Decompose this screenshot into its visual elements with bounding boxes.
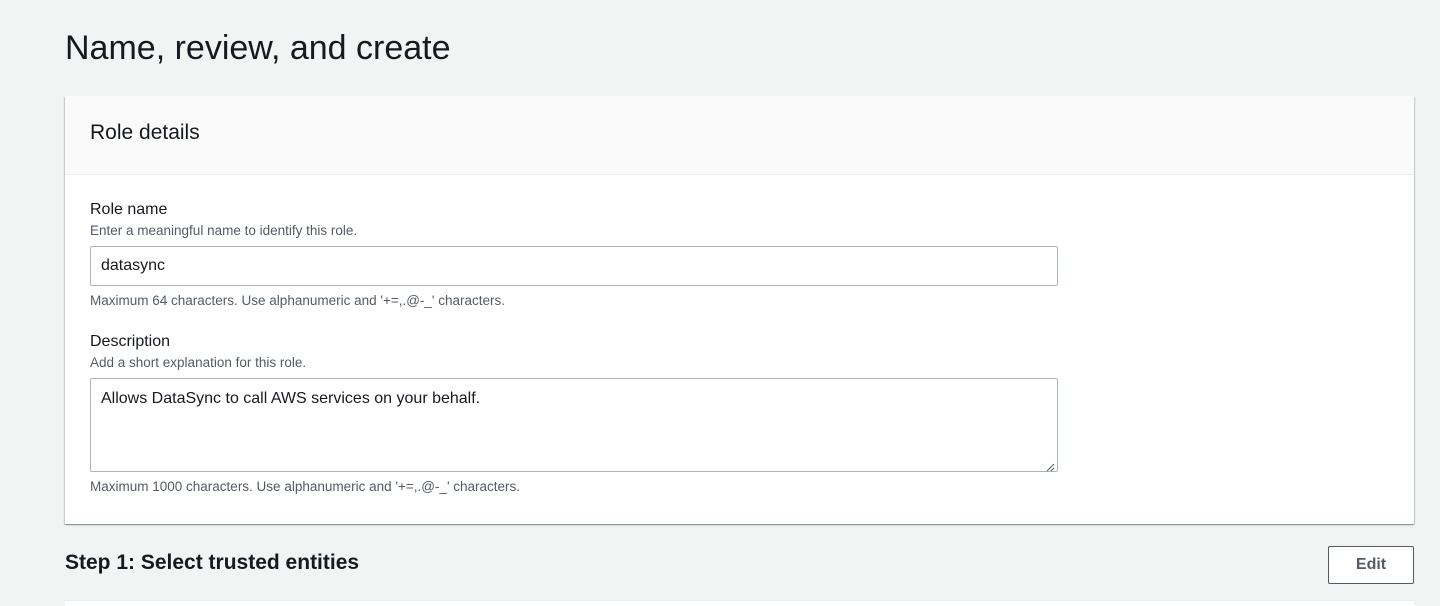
role-name-input[interactable] xyxy=(90,246,1058,286)
role-details-title: Role details xyxy=(90,121,200,144)
page-title: Name, review, and create xyxy=(65,29,451,67)
role-name-constraint: Maximum 64 characters. Use alphanumeric … xyxy=(90,293,506,308)
description-hint: Add a short explanation for this role. xyxy=(90,355,307,370)
role-details-header: Role details xyxy=(65,96,1414,175)
step1-title: Step 1: Select trusted entities xyxy=(65,551,360,574)
resize-grip-icon[interactable] xyxy=(1045,459,1055,472)
role-details-panel: Role details Role name Enter a meaningfu… xyxy=(65,96,1414,524)
description-field: Description Add a short explanation for … xyxy=(90,332,1058,496)
role-name-description: Enter a meaningful name to identify this… xyxy=(90,223,358,238)
description-label: Description xyxy=(90,333,171,350)
role-name-field: Role name Enter a meaningful name to ide… xyxy=(90,200,1058,310)
trusted-entities-panel xyxy=(65,600,1414,606)
description-constraint: Maximum 1000 characters. Use alphanumeri… xyxy=(90,479,521,494)
edit-button[interactable]: Edit xyxy=(1328,546,1414,584)
description-textarea-wrapper: Allows DataSync to call AWS services on … xyxy=(90,378,1058,472)
description-textarea[interactable]: Allows DataSync to call AWS services on … xyxy=(90,378,1058,472)
role-name-label: Role name xyxy=(90,201,168,218)
